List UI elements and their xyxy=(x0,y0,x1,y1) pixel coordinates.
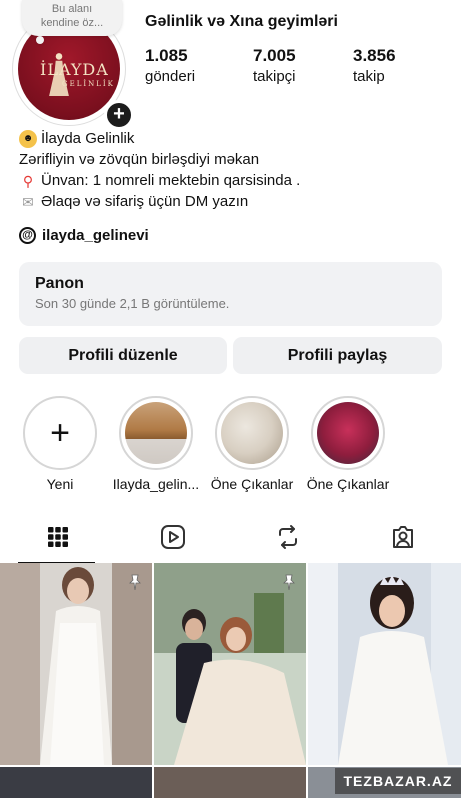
highlight-item[interactable]: Ilayda_gelin... xyxy=(111,396,201,492)
tab-tagged[interactable] xyxy=(345,512,460,562)
highlight-new[interactable]: + Yeni xyxy=(15,396,105,492)
post-image-couple xyxy=(154,563,306,765)
stat-following-value: 3.856 xyxy=(353,46,396,65)
reels-icon xyxy=(160,525,185,549)
bio-line-address: ⚲ Ünvan: 1 nomreli mektebin qarsisinda . xyxy=(19,170,449,191)
profile-display-name: Gəlinlik və Xına geyimləri xyxy=(145,13,338,30)
panel-subtitle: Son 30 günde 2,1 B görüntüleme. xyxy=(35,296,230,311)
post-image-bride-white-gown xyxy=(0,563,152,765)
envelope-emoji-icon: ✉ xyxy=(22,193,34,210)
profile-bio: ☻ İlayda Gelinlik Zərifliyin və zövqün b… xyxy=(19,128,449,212)
post-thumbnail[interactable] xyxy=(308,563,461,765)
stat-followers[interactable]: 7.005 takipçi xyxy=(253,46,296,85)
bio-line-tagline: Zərifliyin və zövqün birləşdiyi məkan xyxy=(19,149,449,170)
grid-icon xyxy=(47,527,68,547)
bio-line-2-text: Zərifliyin və zövqün birləşdiyi məkan xyxy=(19,151,260,168)
reposts-icon xyxy=(278,525,297,549)
watermark: TEZBAZAR.AZ xyxy=(335,768,461,794)
posts-grid xyxy=(0,563,461,798)
pinned-post-icon xyxy=(129,574,141,591)
pinned-post-icon xyxy=(283,574,295,591)
note-line-2: kendine öz... xyxy=(40,17,104,29)
stat-following-label: takip xyxy=(353,68,385,85)
highlight-cover-henna xyxy=(317,402,379,464)
bio-line-contact: ✉ Əlaqə və sifariş üçün DM yazın xyxy=(19,191,449,212)
new-highlight-plus-icon: + xyxy=(23,396,97,470)
pin-emoji-icon: ⚲ xyxy=(22,172,34,189)
note-bubble-tail xyxy=(36,36,44,44)
highlight-ring xyxy=(119,396,193,470)
highlight-label: Öne Çıkanlar xyxy=(210,476,294,492)
highlight-label: Yeni xyxy=(46,476,74,492)
threads-icon: @ xyxy=(19,227,36,244)
highlight-label: Ilayda_gelin... xyxy=(112,476,200,492)
note-bubble[interactable]: Bu alanı kendine öz... xyxy=(22,0,122,36)
share-profile-button[interactable]: Profili paylaş xyxy=(233,337,442,374)
highlight-ring xyxy=(311,396,385,470)
post-thumbnail[interactable] xyxy=(0,563,152,765)
add-story-button[interactable]: + xyxy=(104,100,134,130)
bio-line-4-text: Əlaqə və sifariş üçün DM yazın xyxy=(41,193,249,210)
edit-profile-button[interactable]: Profili düzenle xyxy=(19,337,227,374)
professional-dashboard-panel[interactable]: Panon Son 30 günde 2,1 B görüntüleme. xyxy=(19,262,442,326)
tagged-icon xyxy=(392,526,413,548)
bio-line-1-text: İlayda Gelinlik xyxy=(41,130,135,147)
highlight-ring xyxy=(215,396,289,470)
post-thumbnail[interactable] xyxy=(154,767,306,798)
threads-handle: ilayda_gelinevi xyxy=(42,227,149,244)
stat-followers-value: 7.005 xyxy=(253,46,296,65)
highlight-cover-storefront xyxy=(125,402,187,464)
panel-title: Panon xyxy=(35,275,84,292)
highlight-label: Öne Çıkanlar xyxy=(306,476,390,492)
bio-line-3-text: Ünvan: 1 nomreli mektebin qarsisinda . xyxy=(41,172,301,189)
threads-link[interactable]: @ ilayda_gelinevi xyxy=(19,227,149,244)
tab-reels[interactable] xyxy=(115,512,230,562)
tab-posts-grid[interactable] xyxy=(0,512,115,564)
post-image-bride-tiara xyxy=(308,563,461,765)
woman-emoji-icon: ☻ xyxy=(19,129,37,148)
bio-line-name: ☻ İlayda Gelinlik xyxy=(19,128,449,149)
highlight-item[interactable]: Öne Çıkanlar xyxy=(207,396,297,492)
stat-posts-label: gönderi xyxy=(145,68,196,85)
highlight-item[interactable]: Öne Çıkanlar xyxy=(303,396,393,492)
post-thumbnail[interactable] xyxy=(154,563,306,765)
post-thumbnail[interactable] xyxy=(0,767,152,798)
stat-posts[interactable]: 1.085 gönderi xyxy=(145,46,195,85)
highlight-cover-wedding xyxy=(221,402,283,464)
stat-following[interactable]: 3.856 takip xyxy=(353,46,396,85)
avatar-logo-text: İLAYDA xyxy=(40,60,109,79)
profile-stats: 1.085 gönderi 7.005 takipçi 3.856 takip xyxy=(145,46,445,90)
tab-reposts[interactable] xyxy=(230,512,345,562)
stat-followers-label: takipçi xyxy=(253,68,296,85)
note-line-1: Bu alanı xyxy=(51,3,93,15)
profile-tabs xyxy=(0,512,461,564)
avatar-logo-subtext: GELİNLİK xyxy=(62,80,115,88)
stat-posts-value: 1.085 xyxy=(145,46,188,65)
